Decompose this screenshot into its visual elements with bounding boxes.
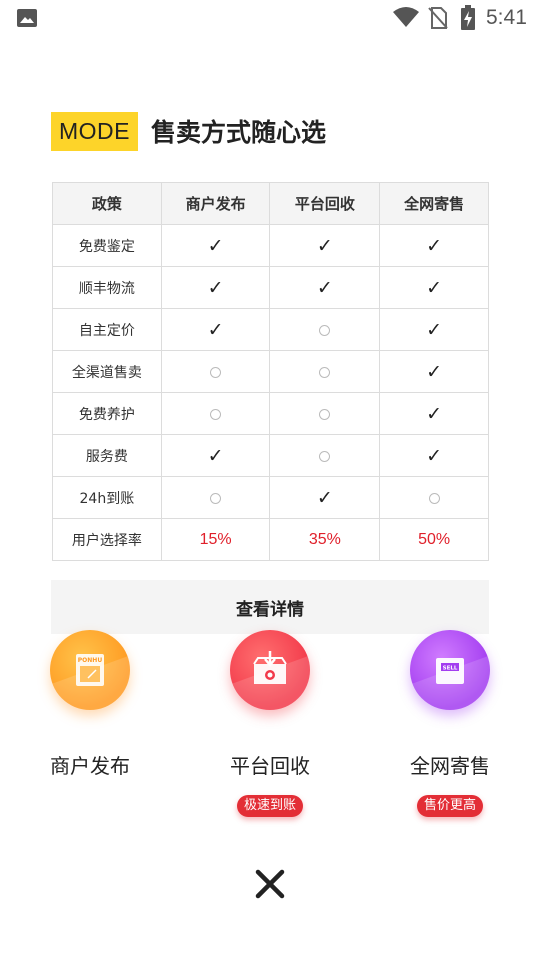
row-label: 自主定价 [52, 308, 162, 351]
check-icon: ✓ [316, 486, 333, 509]
row-label: 免费鉴定 [52, 224, 162, 267]
option-merchant-publish[interactable]: PONHU 商户发布 [20, 630, 160, 779]
selection-rate-value: 35% [308, 531, 341, 548]
mode-badge: MODE [51, 111, 138, 151]
table-cell: ✓ [160, 266, 271, 309]
table-cell: ✓ [269, 224, 381, 267]
table-row: 自主定价 ✓ ✓ [52, 308, 489, 351]
check-icon: ✓ [207, 444, 224, 467]
table-row: 免费养护 ✓ [52, 392, 489, 435]
table-cell [269, 434, 381, 477]
header-merchant: 商户发布 [160, 182, 271, 225]
option-label: 全网寄售 [410, 754, 490, 778]
table-cell [379, 476, 489, 519]
circle-icon [319, 408, 331, 420]
check-icon: ✓ [207, 276, 224, 299]
table-row: 服务费 ✓ ✓ [52, 434, 489, 477]
check-icon: ✓ [426, 402, 443, 425]
view-details-button[interactable]: 查看详情 [51, 580, 489, 634]
header-network: 全网寄售 [379, 182, 489, 225]
table-cell: ✓ [160, 434, 271, 477]
check-icon: ✓ [426, 444, 443, 467]
circle-icon [210, 408, 222, 420]
wifi-icon [393, 7, 419, 27]
battery-charging-icon [461, 5, 475, 30]
option-label: 平台回收 [230, 754, 310, 778]
row-label: 全渠道售卖 [52, 350, 162, 393]
close-icon [255, 869, 285, 899]
check-icon: ✓ [207, 318, 224, 341]
table-cell: ✓ [379, 308, 489, 351]
policy-comparison-table: 政策 商户发布 平台回收 全网寄售 免费鉴定 ✓ ✓ ✓ 顺丰物流 ✓ ✓ ✓ 自主定价 ✓ ✓ 全渠… [52, 182, 489, 561]
option-platform-recycle[interactable]: 平台回收 极速到账 [200, 630, 340, 817]
no-sim-icon [428, 7, 448, 29]
row-label: 免费养护 [52, 392, 162, 435]
table-row: 24h到账 ✓ [52, 476, 489, 519]
table-header-row: 政策 商户发布 平台回收 全网寄售 [52, 182, 489, 225]
table-cell: 35% [269, 518, 381, 561]
row-label: 24h到账 [52, 476, 162, 519]
recycle-box-icon [230, 630, 310, 710]
ponhu-icon-text: PONHU [78, 657, 103, 664]
page-title: 售卖方式随心选 [151, 118, 327, 147]
check-icon: ✓ [426, 318, 443, 341]
table-cell: ✓ [160, 224, 271, 267]
sell-icon-text: SELL [443, 666, 458, 672]
table-cell: 50% [379, 518, 489, 561]
circle-icon [319, 366, 331, 378]
image-icon [17, 9, 37, 27]
circle-icon [319, 450, 331, 462]
table-row: 顺丰物流 ✓ ✓ ✓ [52, 266, 489, 309]
higher-price-badge: 售价更高 [416, 795, 483, 817]
option-network-consign[interactable]: SELL 全网寄售 售价更高 [380, 630, 520, 817]
status-bar: 5:41 [0, 0, 540, 36]
table-cell [160, 350, 271, 393]
option-label: 商户发布 [50, 754, 130, 778]
table-cell [160, 476, 271, 519]
circle-icon [428, 492, 440, 504]
ponhu-box-icon: PONHU [50, 630, 130, 710]
table-cell: ✓ [160, 308, 271, 351]
sell-card-icon: SELL [410, 630, 490, 710]
selection-rate-value: 50% [418, 531, 451, 548]
check-icon: ✓ [316, 276, 333, 299]
header-policy: 政策 [52, 182, 162, 225]
table-cell [269, 392, 381, 435]
header-platform: 平台回收 [269, 182, 381, 225]
table-cell: ✓ [269, 266, 381, 309]
clock: 5:41 [486, 6, 527, 29]
row-label: 服务费 [52, 434, 162, 477]
row-label: 顺丰物流 [52, 266, 162, 309]
circle-icon [319, 324, 331, 336]
circle-icon [210, 492, 222, 504]
table-row: 免费鉴定 ✓ ✓ ✓ [52, 224, 489, 267]
table-cell: ✓ [379, 434, 489, 477]
table-cell: ✓ [379, 224, 489, 267]
row-label: 用户选择率 [52, 518, 162, 561]
table-row-selection-rate: 用户选择率 15% 35% 50% [52, 518, 489, 561]
check-icon: ✓ [426, 360, 443, 383]
table-cell: ✓ [379, 266, 489, 309]
selection-rate-value: 15% [199, 531, 232, 548]
table-cell: ✓ [379, 392, 489, 435]
check-icon: ✓ [426, 234, 443, 257]
table-cell: 15% [160, 518, 271, 561]
section-heading: MODE 售卖方式随心选 [51, 111, 326, 151]
table-cell [160, 392, 271, 435]
check-icon: ✓ [316, 234, 333, 257]
fast-payout-badge: 极速到账 [236, 795, 303, 817]
close-button[interactable] [252, 866, 288, 902]
table-cell [269, 350, 381, 393]
check-icon: ✓ [207, 234, 224, 257]
table-cell: ✓ [269, 476, 381, 519]
circle-icon [210, 366, 222, 378]
table-cell: ✓ [379, 350, 489, 393]
table-row: 全渠道售卖 ✓ [52, 350, 489, 393]
check-icon: ✓ [426, 276, 443, 299]
table-cell [269, 308, 381, 351]
